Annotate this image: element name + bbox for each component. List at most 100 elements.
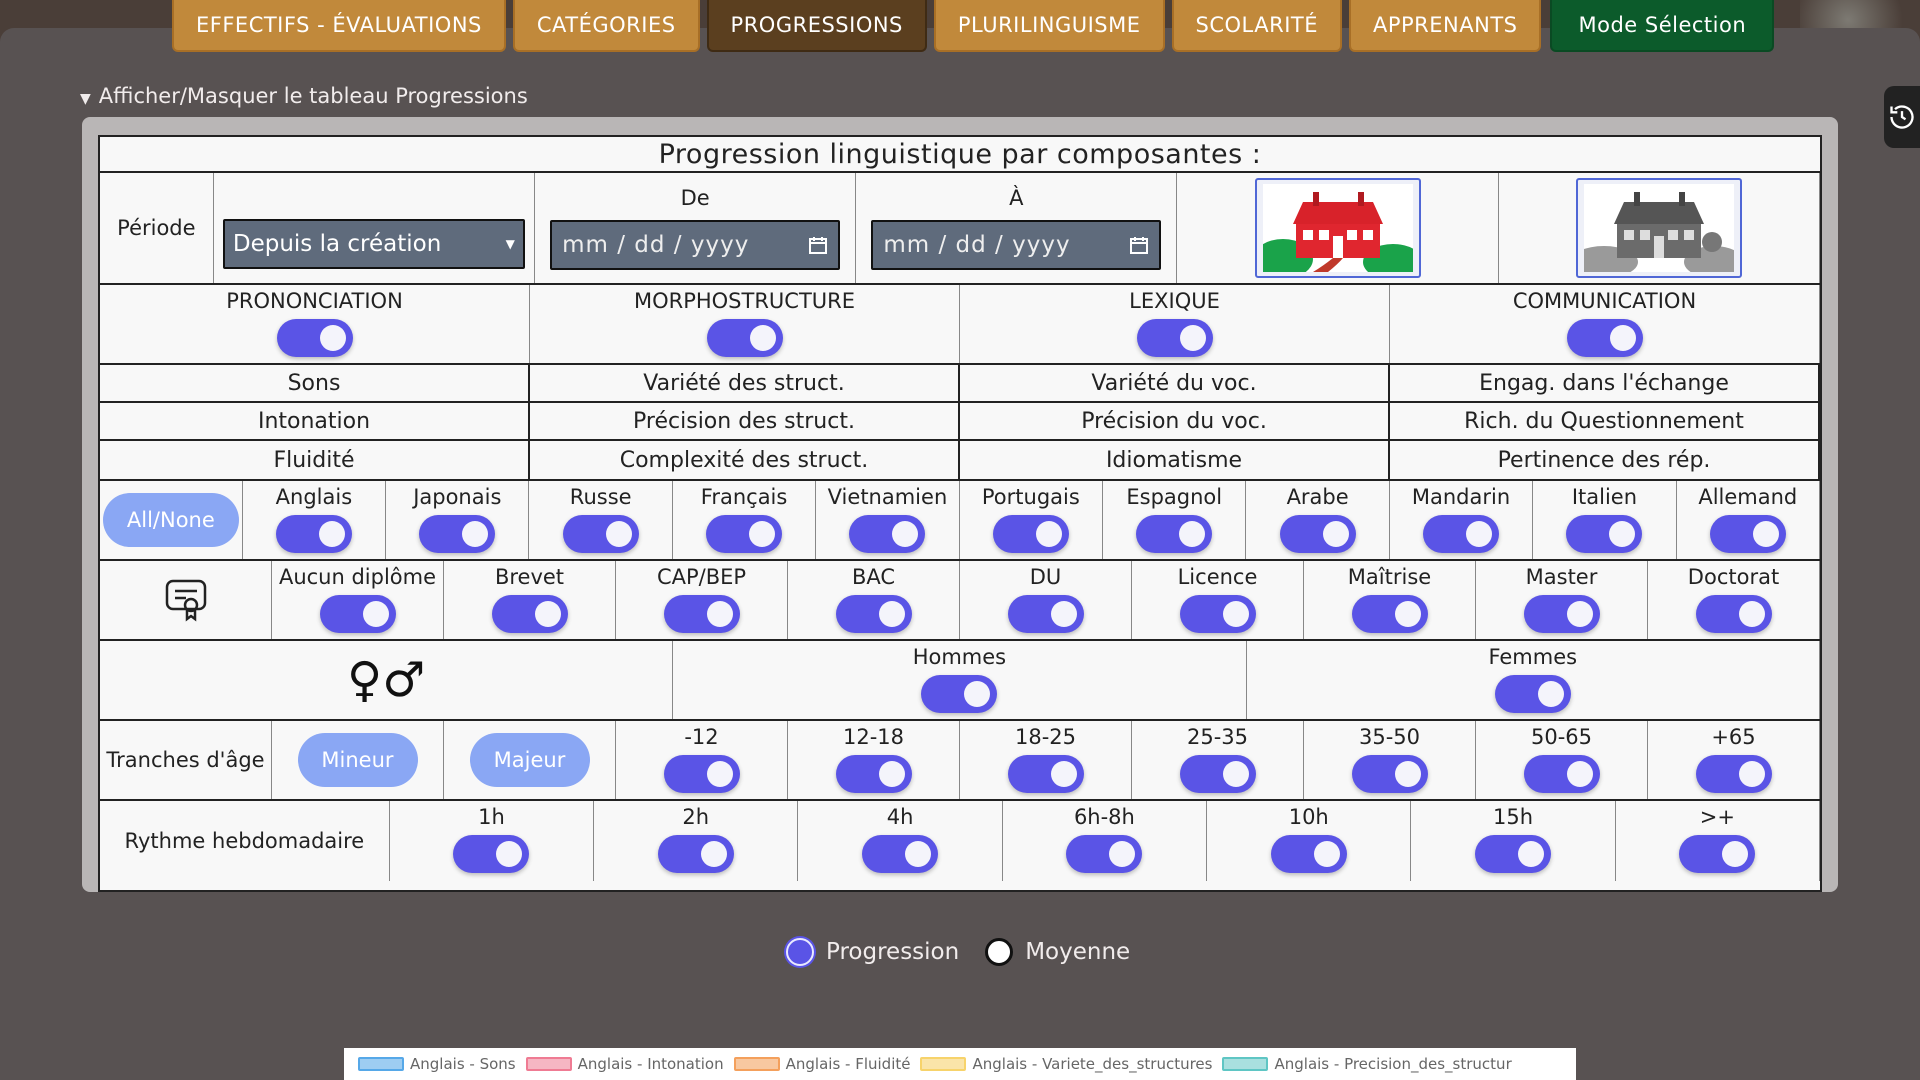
toggle-switch[interactable] <box>1179 755 1256 793</box>
tab-scolarite[interactable]: SCOLARITÉ <box>1171 0 1342 52</box>
legend-item[interactable]: Anglais - Intonation <box>525 1055 724 1073</box>
tab-apprenants[interactable]: APPRENANTS <box>1348 0 1542 52</box>
age-range-label: 18-25 <box>1014 725 1077 749</box>
toggle-switch[interactable] <box>491 595 568 633</box>
history-button[interactable] <box>1884 86 1920 148</box>
toggle-switch[interactable] <box>862 835 939 873</box>
subcomponent-button[interactable]: Précision du voc. <box>960 403 1390 439</box>
toggle-switch[interactable] <box>319 595 396 633</box>
toggle-switch[interactable] <box>835 595 912 633</box>
subcomponent-button[interactable]: Idiomatisme <box>960 441 1390 479</box>
toggle-switch[interactable] <box>992 515 1069 553</box>
toggle-switch[interactable] <box>276 319 353 357</box>
view-mode-radio-group: Progression Moyenne <box>786 938 1130 966</box>
gender-label: Femmes <box>1488 645 1578 669</box>
red-house-icon <box>1262 184 1413 272</box>
rhythm-value: >+ <box>1616 801 1821 881</box>
toggle-switch[interactable] <box>849 515 926 553</box>
subcomponent-button[interactable]: Variété des struct. <box>530 365 960 401</box>
legend-item[interactable]: Anglais - Variete_des_structures <box>920 1055 1212 1073</box>
toggle-switch[interactable] <box>1351 595 1428 633</box>
tab-progressions[interactable]: PROGRESSIONS <box>706 0 927 52</box>
subcomponent-button[interactable]: Fluidité <box>100 441 530 479</box>
toggle-switch[interactable] <box>1007 595 1084 633</box>
toggle-switch[interactable] <box>1523 595 1600 633</box>
subcomponent-button[interactable]: Variété du voc. <box>960 365 1390 401</box>
subcomponent-button[interactable]: Pertinence des rép. <box>1390 441 1820 479</box>
all-none-button[interactable]: All/None <box>102 493 239 547</box>
language-label: Japonais <box>413 485 502 509</box>
toggle-switch[interactable] <box>1423 515 1500 553</box>
toggle-switch[interactable] <box>1270 835 1347 873</box>
toggle-switch[interactable] <box>453 835 530 873</box>
from-date-input[interactable]: mm / dd / yyyy <box>550 220 841 270</box>
toggle-switch[interactable] <box>921 675 998 713</box>
toggle-switch[interactable] <box>1679 835 1756 873</box>
to-date-input[interactable]: mm / dd / yyyy <box>871 220 1162 270</box>
age-range: 18-25 <box>960 721 1132 799</box>
progression-radio[interactable] <box>786 938 814 966</box>
legend-label: Anglais - Intonation <box>577 1055 724 1073</box>
subcomponent-button[interactable]: Engag. dans l'échange <box>1390 365 1820 401</box>
toggle-switch[interactable] <box>1494 675 1571 713</box>
major-button[interactable]: Majeur <box>469 733 590 787</box>
legend-swatch <box>1222 1057 1269 1071</box>
legend-item[interactable]: Anglais - Sons <box>358 1055 516 1073</box>
language-russe: Russe <box>529 481 673 559</box>
toggle-switch[interactable] <box>1136 319 1213 357</box>
toggle-switch[interactable] <box>1566 319 1643 357</box>
legend-item[interactable]: Anglais - Fluidité <box>733 1055 910 1073</box>
toggle-switch[interactable] <box>419 515 496 553</box>
toggle-switch[interactable] <box>663 595 740 633</box>
period-select[interactable]: Depuis la création ▼ <box>222 219 525 269</box>
toggle-table-link[interactable]: ▼ Afficher/Masquer le tableau Progression… <box>80 84 528 108</box>
from-date-placeholder: mm / dd / yyyy <box>562 232 750 258</box>
toggle-switch[interactable] <box>663 755 740 793</box>
toggle-switch[interactable] <box>1695 755 1772 793</box>
diploma-cap-bep: CAP/BEP <box>616 561 788 639</box>
language-francais: Français <box>673 481 817 559</box>
toggle-switch[interactable] <box>1475 835 1552 873</box>
tab-effectifs[interactable]: EFFECTIFS - ÉVALUATIONS <box>172 0 506 52</box>
toggle-switch[interactable] <box>1179 595 1256 633</box>
from-date-cell: De mm / dd / yyyy <box>535 173 857 283</box>
toggle-switch[interactable] <box>1695 595 1772 633</box>
component-label: PRONONCIATION <box>226 289 403 313</box>
tab-categories[interactable]: CATÉGORIES <box>512 0 700 52</box>
rhythm-row: Rythme hebdomadaire 1h 2h 4h 6h-8h 10h 1… <box>100 801 1821 881</box>
subcomponent-button[interactable]: Intonation <box>100 403 530 439</box>
tab-plurilinguisme[interactable]: PLURILINGUISME <box>933 0 1165 52</box>
component-label: LEXIQUE <box>1129 289 1220 313</box>
toggle-switch[interactable] <box>1351 755 1428 793</box>
diploma-certificate-icon <box>165 579 206 622</box>
toggle-switch[interactable] <box>1566 515 1643 553</box>
age-row: Tranches d'âge Mineur Majeur -12 12-18 1… <box>100 721 1820 801</box>
legend-label: Anglais - Sons <box>410 1055 516 1073</box>
toggle-switch[interactable] <box>1709 515 1786 553</box>
minor-button[interactable]: Mineur <box>297 733 418 787</box>
toggle-switch[interactable] <box>1523 755 1600 793</box>
legend-item[interactable]: Anglais - Precision_des_structur <box>1222 1055 1512 1073</box>
toggle-switch[interactable] <box>657 835 734 873</box>
toggle-switch[interactable] <box>1279 515 1356 553</box>
subcomponent-button[interactable]: Précision des struct. <box>530 403 960 439</box>
subcomponent-button[interactable]: Complexité des struct. <box>530 441 960 479</box>
toggle-switch[interactable] <box>562 515 639 553</box>
house-gray-button[interactable] <box>1575 178 1742 278</box>
toggle-switch[interactable] <box>1136 515 1213 553</box>
toggle-switch[interactable] <box>1007 755 1084 793</box>
subcomponent-button[interactable]: Rich. du Questionnement <box>1390 403 1820 439</box>
calendar-icon <box>1130 237 1149 254</box>
toggle-switch[interactable] <box>835 755 912 793</box>
toggle-switch[interactable] <box>1066 835 1143 873</box>
toggle-switch[interactable] <box>706 319 783 357</box>
toggle-switch[interactable] <box>706 515 783 553</box>
toggle-switch[interactable] <box>275 515 352 553</box>
subcomponent-button[interactable]: Sons <box>100 365 530 401</box>
rhythm-value: 10h <box>1207 801 1412 881</box>
house-color-button[interactable] <box>1254 178 1421 278</box>
to-date-cell: À mm / dd / yyyy <box>856 173 1178 283</box>
moyenne-radio[interactable] <box>985 938 1014 966</box>
mode-selection-button[interactable]: Mode Sélection <box>1550 0 1775 52</box>
language-label: Portugais <box>981 485 1080 509</box>
